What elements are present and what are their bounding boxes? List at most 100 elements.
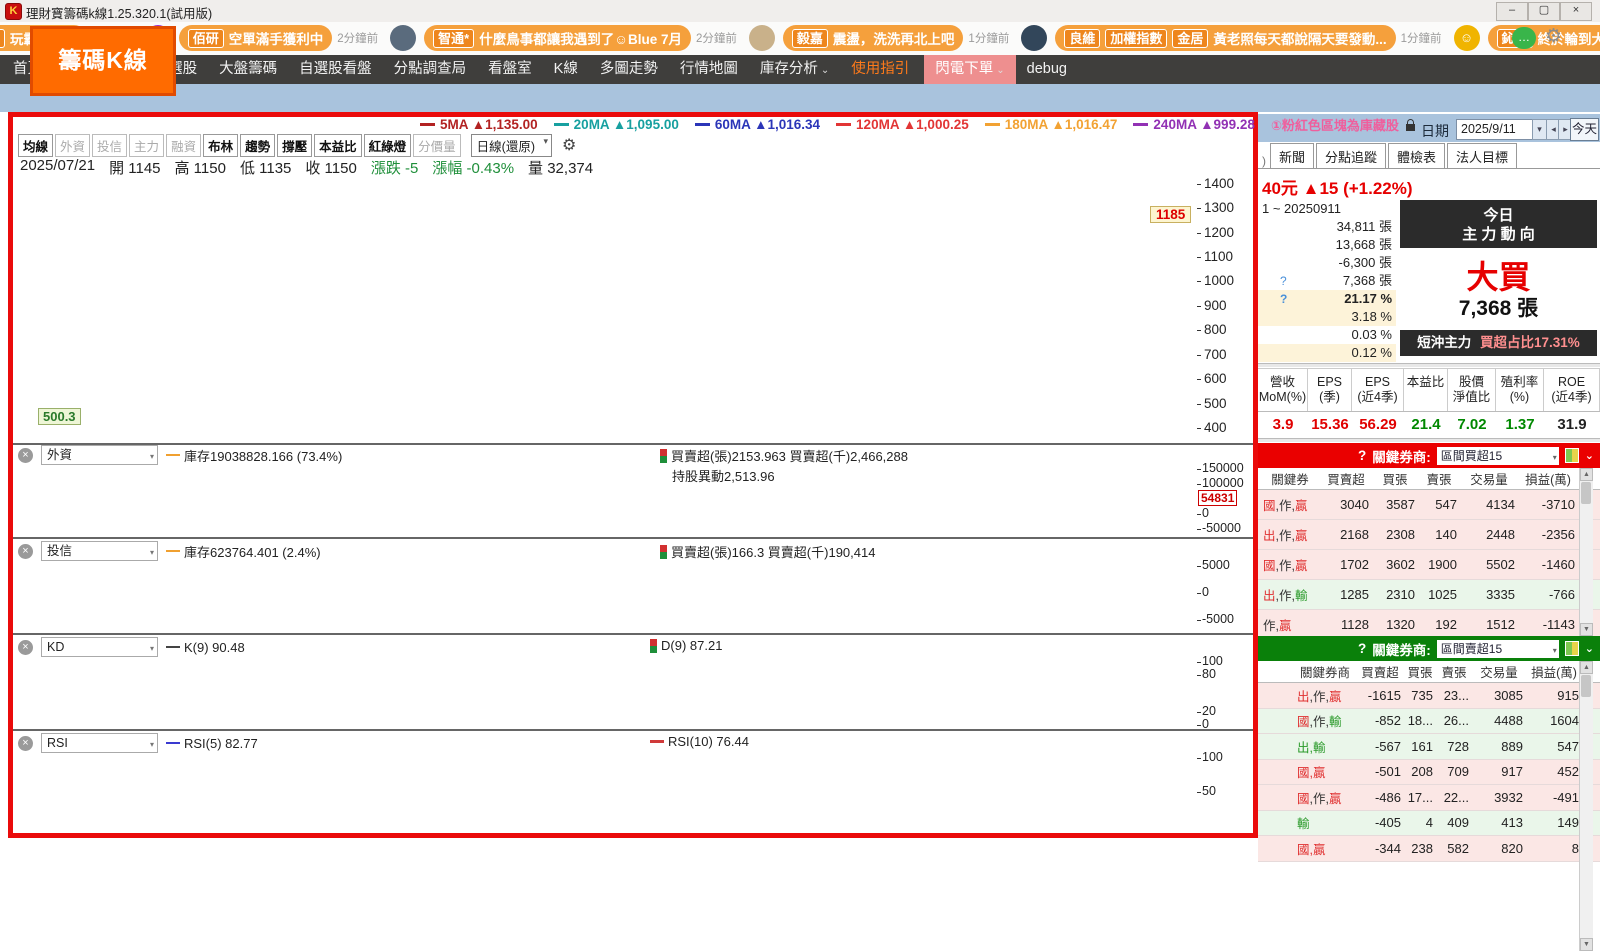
scroll-down-icon[interactable]: ▼ (1580, 938, 1593, 951)
table-row[interactable]: 出,作,贏-161573523...3085915 (1258, 683, 1600, 709)
col-header-賣張[interactable]: 賣張 (1436, 662, 1472, 681)
broker-sell-select[interactable]: 區間賣超15 (1437, 640, 1559, 658)
table-row[interactable]: 國,作,贏-48617...22...3932-491 (1258, 785, 1600, 811)
close-button[interactable]: × (1560, 2, 1592, 21)
grid-icon[interactable] (1565, 641, 1579, 656)
menu-item-K線[interactable]: K線 (543, 55, 589, 84)
grid-icon[interactable] (1565, 448, 1579, 463)
menu-item-閃電下單[interactable]: 閃電下單⌄ (924, 55, 1015, 85)
col-header-交易量[interactable]: 交易量 (1460, 469, 1518, 488)
foreign-panel-dropdown[interactable]: 外資 (41, 445, 158, 465)
chart-tab-分價量[interactable]: 分價量 (413, 134, 461, 157)
main-candlestick-chart[interactable] (13, 180, 1198, 443)
chart-tab-本益比[interactable]: 本益比 (314, 134, 362, 157)
menu-item-看盤室[interactable]: 看盤室 (477, 55, 543, 84)
col-header-買賣超[interactable]: 買賣超 (1356, 662, 1404, 681)
restore-button[interactable]: ▢ (1528, 2, 1560, 21)
chart-tab-布林[interactable]: 布林 (203, 134, 238, 157)
help-icon[interactable]: ? (1280, 272, 1287, 290)
table-row[interactable]: 出,作,贏216823081402448-2356 (1258, 520, 1600, 550)
table-row[interactable]: 出,輸-567161728889547 (1258, 734, 1600, 760)
col-header-交易量[interactable]: 交易量 (1472, 662, 1526, 681)
table-row[interactable]: 國,贏-501208709917452 (1258, 760, 1600, 786)
close-panel-icon[interactable]: × (18, 640, 33, 655)
scroll-down-icon[interactable]: ▼ (1580, 623, 1593, 636)
close-panel-icon[interactable]: × (18, 448, 33, 463)
collapse-caret-icon[interactable]: ⌄ (1585, 642, 1594, 655)
col-header-損益(萬)[interactable]: 損益(萬) (1526, 662, 1582, 681)
help-icon[interactable]: ? (1358, 448, 1366, 463)
kd-panel-dropdown[interactable]: KD (41, 637, 158, 657)
scrollbar[interactable]: ▲▼ (1579, 468, 1593, 636)
ticker-message[interactable]: 毅嘉震盪，洗洗再北上吧 (783, 25, 964, 51)
close-panel-icon[interactable]: × (18, 544, 33, 559)
help-icon[interactable]: ? (1280, 290, 1287, 308)
chart-tab-均線[interactable]: 均線 (18, 134, 53, 157)
trust-panel-dropdown[interactable]: 投信 (41, 541, 158, 561)
chart-tab-融資[interactable]: 融資 (166, 134, 201, 157)
panel-divider[interactable] (13, 729, 1253, 731)
trust-chart[interactable] (13, 562, 1198, 633)
scroll-up-icon[interactable]: ▲ (1580, 661, 1593, 674)
kd-chart[interactable] (13, 658, 1198, 729)
col-header-買張[interactable]: 買張 (1404, 662, 1436, 681)
panel-divider[interactable] (13, 443, 1253, 445)
scroll-thumb[interactable] (1581, 482, 1591, 504)
chart-tab-撐壓[interactable]: 撐壓 (277, 134, 312, 157)
ticker-message[interactable]: 鈊象終於輪到大象了吧 (1488, 25, 1600, 51)
panel-divider[interactable] (13, 633, 1253, 635)
table-row[interactable]: 國,作,贏1702360219005502-1460 (1258, 550, 1600, 580)
scrollbar[interactable]: ▲▼ (1579, 661, 1593, 951)
menu-item-庫存分析[interactable]: 庫存分析⌄ (749, 55, 840, 85)
col-header-關鍵券商[interactable]: 關鍵券商 (1294, 662, 1356, 681)
table-row[interactable]: 出,作,輸1285231010253335-766 (1258, 580, 1600, 610)
sidebar-tab-體檢表[interactable]: 體檢表 (1388, 143, 1445, 168)
menu-item-大盤籌碼[interactable]: 大盤籌碼 (208, 55, 288, 84)
foreign-chart[interactable] (13, 466, 1198, 537)
scroll-thumb[interactable] (1581, 675, 1591, 697)
col-header-買張[interactable]: 買張 (1372, 469, 1418, 488)
collapse-caret-icon[interactable]: ⌄ (1585, 449, 1594, 462)
col-header-賣張[interactable]: 賣張 (1418, 469, 1460, 488)
col-header-關鍵券[interactable]: 關鍵券 (1260, 469, 1320, 488)
date-dropdown-icon[interactable]: ▾ (1532, 119, 1547, 140)
ticker-message[interactable]: 佰研空單滿手獲利中 (179, 25, 333, 51)
splitter[interactable] (1258, 438, 1600, 442)
sidebar-tab-新聞[interactable]: 新聞 (1270, 143, 1314, 168)
ticker-message[interactable]: 良維加權指數金居黃老照每天都說隔天要發動... (1055, 25, 1395, 51)
sidebar-tab-法人目標[interactable]: 法人目標 (1447, 143, 1517, 168)
table-row[interactable]: 國,作,輸-85218...26...44881604 (1258, 709, 1600, 735)
broker-buy-select[interactable]: 區間買超15 (1437, 447, 1559, 465)
menu-item-多圖走勢[interactable]: 多圖走勢 (589, 55, 669, 84)
period-dropdown[interactable]: 日線(還原) (471, 134, 552, 157)
help-icon[interactable]: ? (1358, 641, 1366, 656)
menu-item-debug[interactable]: debug (1016, 55, 1078, 84)
scroll-up-icon[interactable]: ▲ (1580, 468, 1593, 481)
menu-item-分點調查局[interactable]: 分點調查局 (383, 55, 478, 84)
col-header-損益(萬)[interactable]: 損益(萬) (1518, 469, 1578, 488)
avatar[interactable] (390, 25, 416, 51)
chart-tab-主力[interactable]: 主力 (129, 134, 164, 157)
today-button[interactable]: 今天 (1570, 118, 1599, 141)
avatar[interactable] (749, 25, 775, 51)
chart-tab-紅綠燈[interactable]: 紅綠燈 (364, 134, 412, 157)
splitter[interactable] (1258, 363, 1600, 367)
col-header-買賣超[interactable]: 買賣超 (1320, 469, 1372, 488)
lock-icon[interactable] (1406, 124, 1415, 131)
chart-tab-趨勢[interactable]: 趨勢 (240, 134, 275, 157)
minimize-button[interactable]: – (1496, 2, 1528, 21)
table-row[interactable]: 輸-4054409413149 (1258, 811, 1600, 837)
rsi-panel-dropdown[interactable]: RSI (41, 733, 158, 753)
sidebar-tab-分點追蹤[interactable]: 分點追蹤 (1316, 143, 1386, 168)
menu-item-行情地圖[interactable]: 行情地圖 (669, 55, 749, 84)
avatar[interactable] (1021, 25, 1047, 51)
ticker-settings-gear-icon[interactable]: ⚙ (1545, 25, 1562, 48)
ticker-message[interactable]: 智通*什麼鳥事都讓我遇到了☺Blue 7月 (424, 25, 691, 51)
chart-tab-外資[interactable]: 外資 (55, 134, 90, 157)
gear-icon[interactable]: ⚙ (562, 135, 576, 155)
panel-divider[interactable] (13, 537, 1253, 539)
avatar[interactable]: ☺ (1454, 25, 1480, 51)
table-row[interactable]: 國,作,贏304035875474134-3710 (1258, 490, 1600, 520)
date-input[interactable]: 2025/9/11 (1456, 119, 1538, 140)
menu-item-使用指引[interactable]: 使用指引 (840, 55, 920, 84)
